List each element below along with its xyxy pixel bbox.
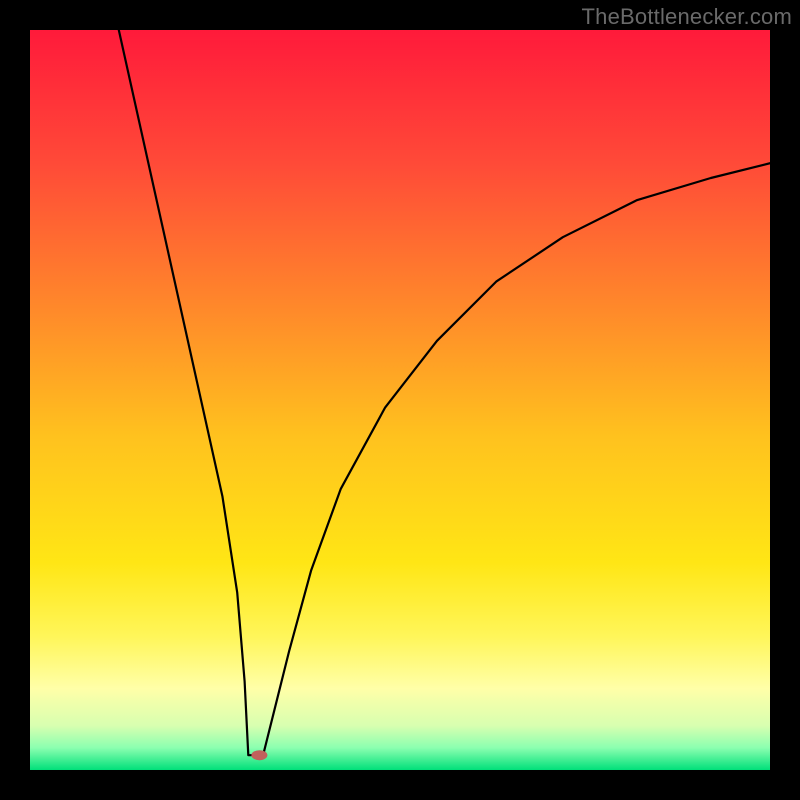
gradient-background <box>30 30 770 770</box>
chart-frame: TheBottlenecker.com <box>0 0 800 800</box>
optimal-point-marker <box>251 750 267 760</box>
plot-area <box>30 30 770 770</box>
chart-svg <box>30 30 770 770</box>
watermark-label: TheBottlenecker.com <box>582 4 792 30</box>
